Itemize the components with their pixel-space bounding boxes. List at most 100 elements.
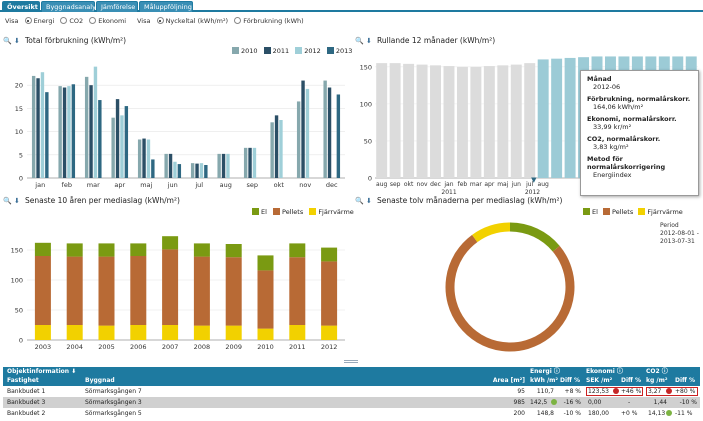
rolling-tooltip: Månad 2012-06 Förbrukning, normalårskorr… (580, 70, 699, 196)
col-ekonomi-value[interactable]: SEK /m² (586, 376, 612, 386)
radio-icon[interactable] (234, 17, 242, 24)
co2-option[interactable]: CO2 (60, 17, 83, 25)
forbrukning-option[interactable]: Förbrukning (kWh) (234, 17, 304, 25)
x-tick-label: 2009 (225, 343, 242, 351)
y-tick-label: 15 (15, 105, 23, 113)
bar-2013-jul (204, 165, 208, 178)
tooltip-co2-value: 3,83 kg/m² (593, 143, 629, 151)
bar-2013-dec (336, 94, 341, 178)
table-row[interactable]: Bankbudet 3 Sörmarksgången 3 985 142,5 -… (3, 397, 700, 408)
bar-2012-okt (279, 120, 283, 178)
ten-years-panel-header: 🔍 ⬇ Senaste 10 åren per mediaslag (kWh/m²) (3, 196, 180, 206)
tab-jamforelse[interactable]: Jämförelse (96, 1, 138, 12)
bar-2010-jan (31, 75, 36, 178)
tab-oversikt[interactable]: Översikt (2, 1, 40, 12)
legend-pellets[interactable]: Pellets (603, 208, 633, 216)
col-energi-diff[interactable]: Diff % (560, 376, 580, 386)
tab-maluppfoljning[interactable]: Måluppföljning (139, 1, 193, 12)
tab-bar: Översikt Byggnadsanalys Jämförelse Målup… (0, 0, 703, 12)
download-icon[interactable]: ⬇ (366, 196, 377, 206)
bar-El-2003 (34, 242, 51, 256)
tooltip-ekon-label: Ekonomi, normalårskorr. (587, 115, 677, 123)
legend-fjarrvarme[interactable]: Fjärrvärme (638, 208, 683, 216)
panel-title: Senaste 10 åren per mediaslag (kWh/m²) (25, 196, 180, 205)
x-tick-label: okt (404, 181, 414, 188)
energi-option[interactable]: Energi (24, 17, 54, 25)
legend-2012[interactable]: 2012 (295, 47, 321, 55)
y-tick-label: 5 (19, 151, 23, 159)
tab-byggnadsanalys[interactable]: Byggnadsanalys (41, 1, 99, 12)
nyckeltal-option[interactable]: Nyckeltal (kWh/m²) (156, 17, 228, 25)
bar-2010-jun (164, 153, 168, 178)
download-icon[interactable]: ⬇ (14, 36, 25, 46)
bar-apr (483, 66, 495, 178)
download-icon[interactable]: ⬇ (14, 196, 25, 206)
legend-el[interactable]: El (583, 208, 598, 216)
y-tick-label: 100 (360, 100, 372, 108)
legend-el[interactable]: El (252, 208, 267, 216)
col-co2-diff[interactable]: Diff % (675, 376, 695, 386)
bar-Pellets-2004 (66, 256, 83, 325)
bar-feb (456, 66, 468, 178)
tooltip-manad-label: Månad (587, 75, 612, 83)
legend-2010[interactable]: 2010 (232, 47, 258, 55)
object-table: Objektinformation ⬇ Energi ⓘ Ekonomi ⓘ C… (3, 367, 700, 421)
col-byggnad[interactable]: Byggnad (85, 376, 115, 386)
table-row[interactable]: Bankbudet 1 Sörmarksgången 7 95 110,7 +8… (3, 386, 700, 397)
download-icon[interactable]: ⬇ (71, 368, 76, 375)
radio-icon[interactable] (24, 17, 32, 24)
y-tick-label: 20 (15, 82, 23, 90)
download-icon[interactable]: ⬇ (366, 36, 377, 46)
y-tick-label: 50 (364, 137, 372, 145)
bar-2010-jul (190, 163, 195, 178)
col-area[interactable]: Area [m²] (483, 376, 525, 386)
legend-pellets[interactable]: Pellets (273, 208, 303, 216)
col-fastighet[interactable]: Fastighet (7, 376, 39, 386)
x-tick-label: 2010 (257, 343, 274, 351)
radio-icon[interactable] (60, 17, 68, 24)
x-tick-label: mar (87, 181, 100, 189)
zoom-icon[interactable]: 🔍 (3, 36, 14, 46)
col-ekonomi-diff[interactable]: Diff % (621, 376, 641, 386)
x-tick-label: dec (430, 181, 441, 188)
y-tick-label: 0 (19, 175, 23, 183)
bar-El-2012 (321, 247, 338, 262)
zoom-icon[interactable]: 🔍 (355, 36, 366, 46)
ten-years-legend: El Pellets Fjärrvärme (252, 208, 354, 216)
legend-2011[interactable]: 2011 (263, 47, 289, 55)
radio-icon[interactable] (156, 17, 164, 24)
rolling-panel-header: 🔍 ⬇ Rullande 12 månader (kWh/m²) (355, 36, 495, 46)
bar-2012-aug (226, 153, 230, 178)
zoom-icon[interactable]: 🔍 (3, 196, 14, 206)
radio-icon[interactable] (89, 17, 97, 24)
bar-jan (443, 66, 455, 178)
table-row[interactable]: Bankbudet 2 Sörmarksgången 5 200 148,8 -… (3, 408, 700, 419)
bar-2011-feb (62, 87, 67, 178)
ekonomi-option[interactable]: Ekonomi (89, 17, 126, 25)
bar-sep (389, 63, 401, 178)
info-icon[interactable]: ⓘ (617, 368, 623, 375)
x-tick-label: sep (246, 181, 258, 189)
info-icon[interactable]: ⓘ (554, 368, 560, 375)
visa-label: Visa (5, 17, 19, 25)
panel-splitter[interactable] (344, 360, 358, 363)
col-energi-value[interactable]: kWh /m² (530, 376, 558, 386)
unit-options: Visa Nyckeltal (kWh/m²) Förbrukning (kWh… (137, 15, 304, 27)
zoom-icon[interactable]: 🔍 (355, 196, 366, 206)
bar-Fjärrvärme-2010 (257, 328, 274, 340)
legend-fjarrvarme[interactable]: Fjärrvärme (309, 208, 354, 216)
y-tick-label: 150 (11, 247, 23, 255)
total-legend: 2010 2011 2012 2013 (232, 47, 352, 55)
bar-maj (497, 65, 509, 178)
bar-2013-feb (71, 84, 76, 178)
tooltip-forb-value: 164,06 kWh/m² (593, 103, 644, 111)
ten-years-chart: 0 50 100 150 2003 2004 2005 2006 2007 2008 2009 201… (11, 236, 345, 351)
x-tick-label: nov (417, 181, 428, 188)
x-tick-label: feb (458, 181, 468, 188)
bar-Pellets-2005 (98, 256, 115, 326)
col-co2-value[interactable]: kg /m² (646, 376, 667, 386)
legend-2013[interactable]: 2013 (326, 47, 352, 55)
year-label: 2011 (441, 189, 456, 194)
x-tick-label: maj (140, 181, 152, 189)
info-icon[interactable]: ⓘ (662, 368, 668, 375)
